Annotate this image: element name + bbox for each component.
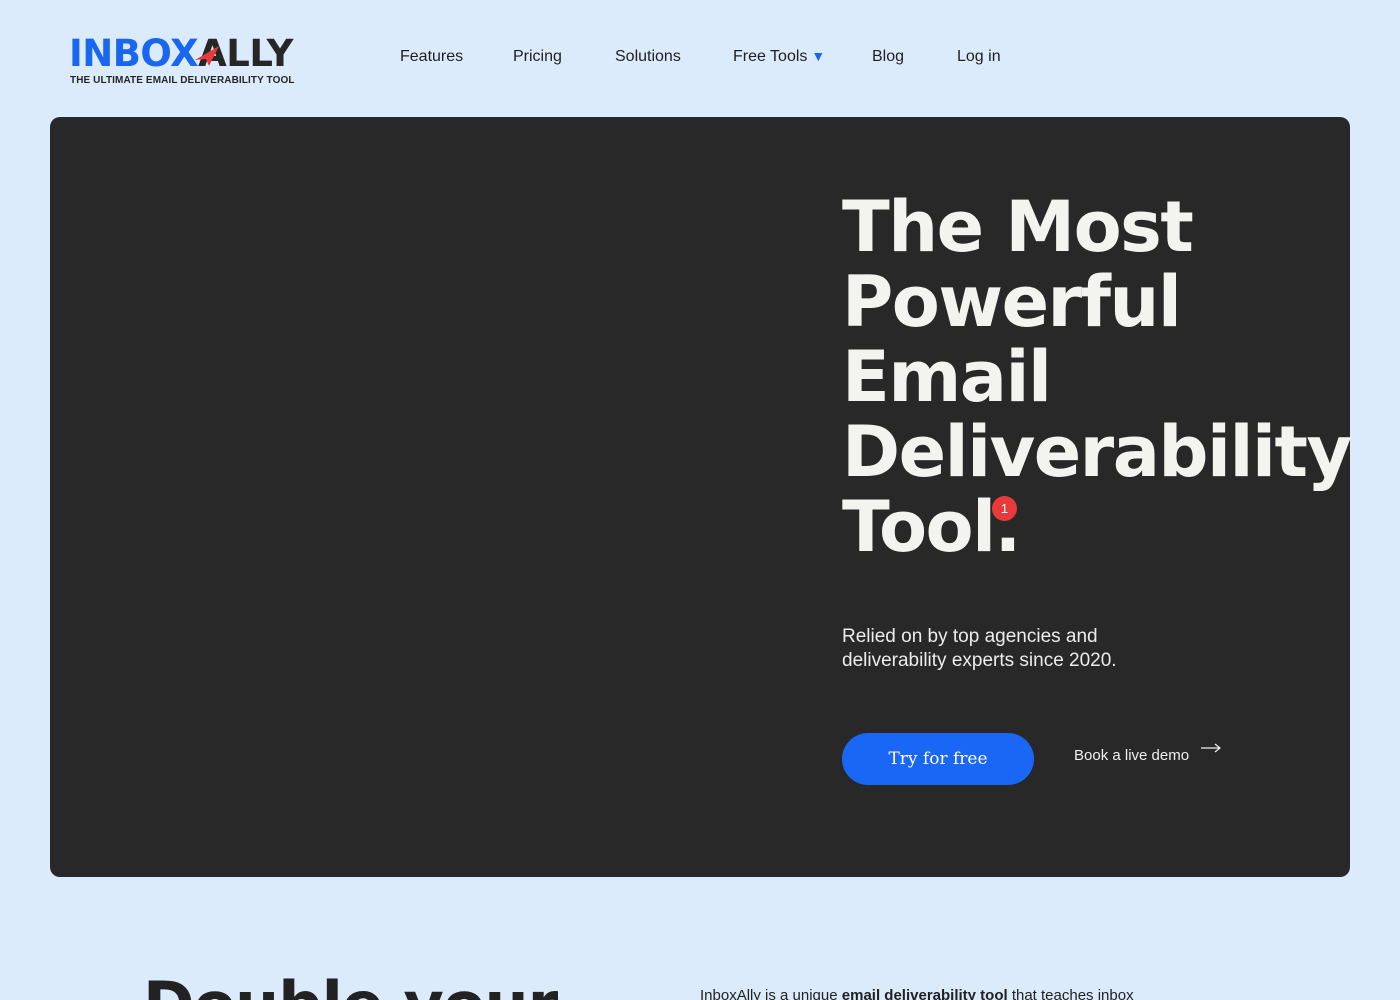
arrow-right-icon bbox=[1201, 743, 1221, 753]
hero-section: The Most Powerful Email Deliverability T… bbox=[50, 117, 1352, 877]
logo-wordmark: INBOXALLY bbox=[69, 32, 293, 75]
hero-title-line: Powerful bbox=[842, 261, 1182, 343]
hero-title-line: Email bbox=[842, 336, 1052, 418]
section-intro-text: InboxAlly is a unique email deliverabili… bbox=[700, 987, 1134, 1000]
book-demo-label: Book a live demo bbox=[1074, 747, 1190, 764]
section-heading: Double your bbox=[143, 968, 558, 1000]
logo-tagline: THE ULTIMATE EMAIL DELIVERABILITY TOOL bbox=[70, 75, 295, 86]
hero-subtitle: Relied on by top agencies and deliverabi… bbox=[842, 625, 1172, 673]
hero-subtitle-line: deliverability experts since 2020. bbox=[842, 650, 1117, 671]
logo[interactable]: INBOXALLY THE ULTIMATE EMAIL DELIVERABIL… bbox=[69, 34, 299, 90]
paper-plane-icon bbox=[195, 46, 219, 66]
nav-item-blog[interactable]: Blog bbox=[872, 48, 904, 66]
try-for-free-button[interactable]: Try for free bbox=[842, 733, 1034, 785]
nav-item-free-tools[interactable]: Free Tools ▼ bbox=[733, 48, 825, 66]
hero-title-line: Deliverability bbox=[842, 411, 1352, 493]
chevron-down-icon: ▼ bbox=[811, 48, 826, 64]
book-demo-link[interactable]: Book a live demo bbox=[1074, 743, 1221, 771]
nav-item-login[interactable]: Log in bbox=[957, 48, 1001, 66]
nav-item-features[interactable]: Features bbox=[400, 48, 463, 66]
nav-item-pricing[interactable]: Pricing bbox=[513, 48, 562, 66]
nav-item-solutions[interactable]: Solutions bbox=[615, 48, 681, 66]
notification-badge[interactable]: 1 bbox=[992, 496, 1017, 521]
hero-title-line: Tool. bbox=[842, 486, 1021, 568]
email-deliverability-link[interactable]: email deliverability tool bbox=[842, 987, 1008, 1000]
hero-title: The Most Powerful Email Deliverability T… bbox=[842, 186, 1352, 568]
nav-item-free-tools-label: Free Tools bbox=[733, 48, 808, 65]
hero-subtitle-line: Relied on by top agencies and bbox=[842, 626, 1098, 647]
hero-title-line: The Most bbox=[842, 186, 1194, 268]
